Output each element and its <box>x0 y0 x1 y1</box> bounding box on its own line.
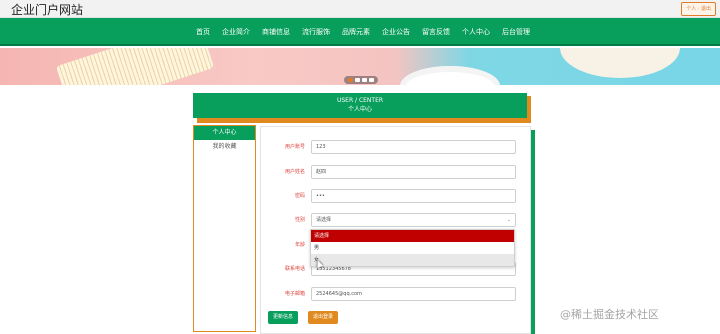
name-input[interactable]: 赵四 <box>311 165 516 179</box>
carousel-dot-3[interactable] <box>362 78 367 82</box>
nav-item-fashion[interactable]: 流行服饰 <box>302 18 330 46</box>
carousel-dot-4[interactable] <box>369 78 374 82</box>
nav-item-brand[interactable]: 品牌元素 <box>342 18 370 46</box>
email-label: 电子邮箱 <box>284 291 305 297</box>
logout-button[interactable]: 退出登录 <box>308 311 338 324</box>
top-bar: 企业门户网站 个人 · 退出 <box>0 0 720 18</box>
update-info-button[interactable]: 更新信息 <box>268 311 298 324</box>
carousel-dot-1[interactable] <box>348 78 353 82</box>
user-sidebar: 个人中心 我的收藏 <box>193 125 256 332</box>
section-header: USER / CENTER 个人中心 <box>193 93 527 118</box>
nav-item-shop-info[interactable]: 商铺信息 <box>262 18 290 46</box>
gender-option-female[interactable]: 女 <box>311 254 514 266</box>
site-title: 企业门户网站 <box>11 3 84 17</box>
gender-option-placeholder[interactable]: 请选择 <box>311 230 514 242</box>
email-input[interactable]: 2524645@qq.com <box>311 287 516 301</box>
gender-label: 性别 <box>294 217 305 223</box>
nav-item-feedback[interactable]: 留言反馈 <box>422 18 450 46</box>
form-row-account: 用户账号 123 <box>261 140 532 154</box>
nav-item-announcements[interactable]: 企业公告 <box>382 18 410 46</box>
main-nav: 首页 企业简介 商铺信息 流行服饰 品牌元素 企业公告 留言反馈 个人中心 后台… <box>0 18 720 46</box>
banner-image-pasta <box>55 48 215 85</box>
nav-item-user-center[interactable]: 个人中心 <box>462 18 490 46</box>
nav-item-company-intro[interactable]: 企业简介 <box>222 18 250 46</box>
phone-label: 联系电话 <box>284 266 305 272</box>
password-input[interactable]: ••• <box>311 189 516 203</box>
form-row-gender: 性别 请选择 ⌄ <box>261 213 532 227</box>
carousel-dot-2[interactable] <box>355 78 360 82</box>
section-title-en: USER / CENTER <box>336 97 384 104</box>
nav-item-admin[interactable]: 后台管理 <box>502 18 530 46</box>
gender-select-value: 请选择 <box>316 217 332 223</box>
carousel-indicators <box>344 76 378 84</box>
gender-option-male[interactable]: 男 <box>311 242 514 254</box>
form-row-password: 密码 ••• <box>261 189 532 203</box>
sidebar-item-favorites[interactable]: 我的收藏 <box>194 140 255 154</box>
account-input[interactable]: 123 <box>311 140 516 154</box>
form-row-email: 电子邮箱 2524645@qq.com <box>261 287 532 301</box>
chevron-down-icon: ⌄ <box>506 217 511 223</box>
section-title-zh: 个人中心 <box>347 106 372 113</box>
gender-select[interactable]: 请选择 ⌄ <box>311 213 516 227</box>
age-label: 年龄 <box>294 242 305 248</box>
name-label: 用户姓名 <box>284 169 305 175</box>
nav-item-home[interactable]: 首页 <box>196 18 210 46</box>
watermark: @稀土掘金技术社区 <box>560 308 659 321</box>
sidebar-item-user-center[interactable]: 个人中心 <box>194 126 255 140</box>
password-label: 密码 <box>294 193 305 199</box>
user-box[interactable]: 个人 · 退出 <box>681 2 716 16</box>
account-label: 用户账号 <box>284 144 305 150</box>
form-row-name: 用户姓名 赵四 <box>261 165 532 179</box>
banner-image-bowl <box>400 66 500 85</box>
gender-dropdown-list: 请选择 男 女 <box>310 229 515 267</box>
banner-image-plate <box>560 48 680 78</box>
